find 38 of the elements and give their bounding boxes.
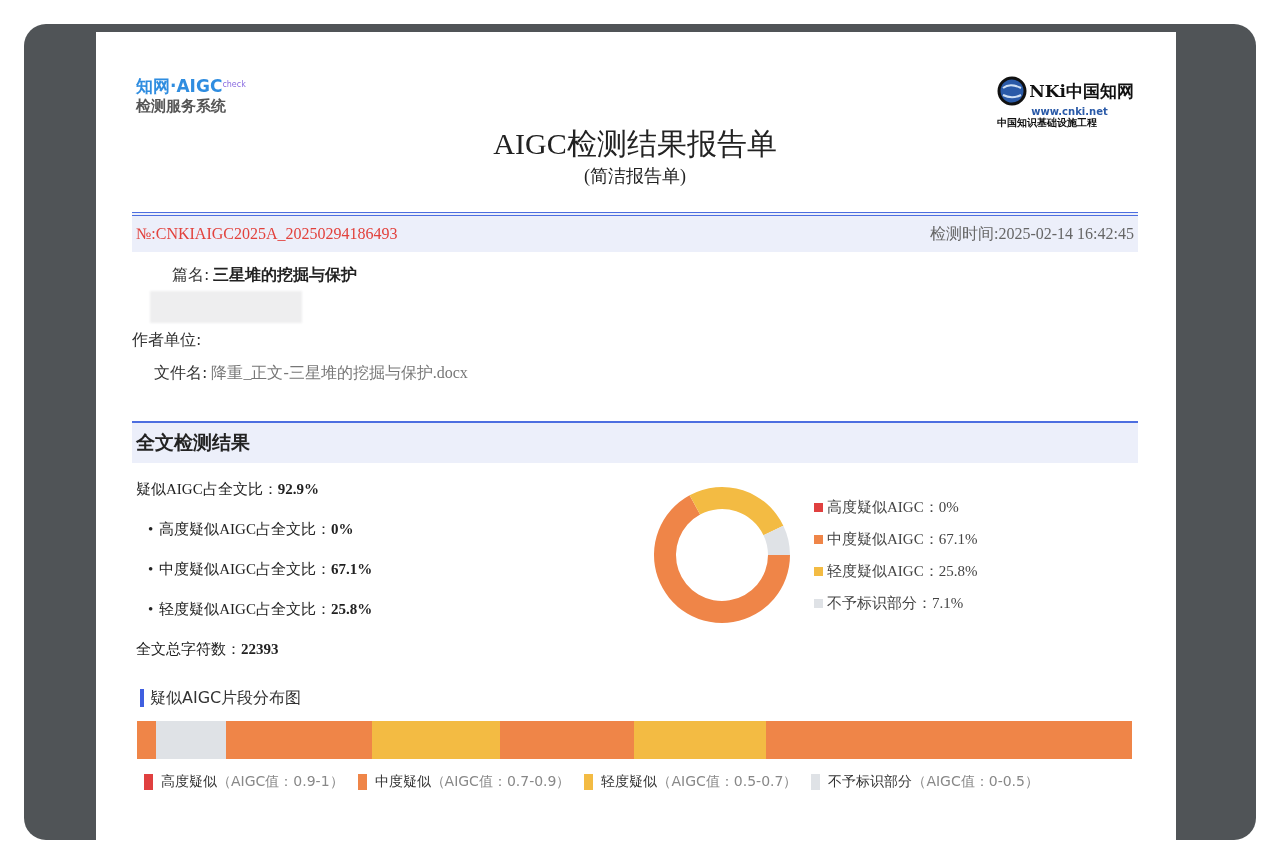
legend-label: 高度疑似	[161, 773, 217, 791]
bullet: •	[148, 560, 154, 578]
legend-range: （AIGC值：0.9-1）	[217, 773, 344, 791]
legend-label: 轻度疑似	[601, 773, 658, 791]
check-time: 检测时间:2025-02-14 16:42:45	[930, 223, 1134, 244]
logo-subtitle: 检测服务系统	[136, 96, 227, 116]
legend-range: （AIGC值：0.7-0.9）	[430, 773, 571, 791]
section-title: 全文检测结果	[136, 430, 250, 455]
legend-label: 中度疑似	[374, 773, 431, 791]
stat-text: 疑似AIGC占全文比：92.9%	[136, 479, 319, 499]
field-value: 三星堆的挖掘与保护	[213, 264, 358, 286]
legend-range: （AIGC值：0.5-0.7）	[657, 773, 798, 791]
bullet: •	[148, 600, 154, 618]
chart-title: 疑似AIGC片段分布图	[150, 687, 302, 709]
logo-url: www.cnki.net	[1031, 106, 1108, 117]
logo-badge-text: check	[222, 80, 246, 89]
logo-subtitle: 中国知识基础设施工程	[997, 117, 1098, 129]
report-number: №:CNKIAIGC2025A_20250294186493	[136, 225, 398, 243]
stat-text: 高度疑似AIGC占全文比：0%	[159, 519, 354, 539]
report-title: AIGC检测结果报告单	[492, 126, 778, 162]
bullet: •	[148, 520, 154, 538]
legend-label: 不予标识部分	[828, 773, 913, 791]
legend-label: 高度疑似AIGC：0%	[827, 497, 959, 517]
field-label: 文件名:	[154, 362, 208, 384]
legend-label: 轻度疑似AIGC：25.8%	[827, 561, 978, 581]
stat-text: 全文总字符数：22393	[136, 639, 279, 659]
logo-text: 知网·AIGC	[136, 76, 223, 96]
field-label: 篇名:	[172, 264, 210, 286]
legend-label: 中度疑似AIGC：67.1%	[827, 529, 978, 549]
stat-text: 轻度疑似AIGC占全文比：25.8%	[159, 599, 373, 619]
stat-text: 中度疑似AIGC占全文比：67.1%	[159, 559, 373, 579]
legend-label: 不予标识部分：7.1%	[827, 593, 964, 613]
logo-text: NKi中国知网	[1029, 80, 1134, 102]
field-label: 作者单位:	[132, 329, 202, 351]
field-value: 降重_正文-三星堆的挖掘与保护.docx	[211, 363, 468, 383]
legend-range: （AIGC值：0-0.5）	[912, 773, 1039, 791]
globe-icon	[997, 76, 1028, 106]
report-subtitle: (简洁报告单)	[583, 165, 687, 188]
